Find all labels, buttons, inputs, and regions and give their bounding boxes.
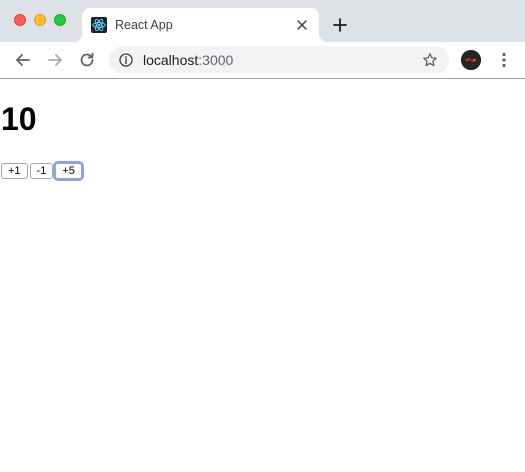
button-row: +1 -1 +5 xyxy=(1,163,82,179)
decrement-one-button[interactable]: -1 xyxy=(29,163,54,179)
reload-icon[interactable] xyxy=(77,50,97,70)
address-bar[interactable]: localhost:3000 xyxy=(109,46,449,74)
avatar[interactable] xyxy=(461,50,481,70)
window-minimize-button[interactable] xyxy=(34,14,46,26)
tab-strip: React App xyxy=(0,0,525,42)
browser-toolbar: localhost:3000 xyxy=(0,42,525,79)
three-dots-icon[interactable] xyxy=(496,51,512,69)
tab-title: React App xyxy=(115,18,173,32)
url-text: localhost:3000 xyxy=(143,52,233,68)
arrow-right-icon[interactable] xyxy=(45,50,65,70)
browser-tab[interactable]: React App xyxy=(82,8,319,42)
counter-value: 10 xyxy=(1,101,37,137)
arrow-left-icon[interactable] xyxy=(13,50,33,70)
url-port: :3000 xyxy=(198,52,234,68)
increment-one-button[interactable]: +1 xyxy=(1,163,28,179)
increment-five-button[interactable]: +5 xyxy=(55,163,82,179)
star-icon[interactable] xyxy=(422,52,438,68)
info-icon[interactable] xyxy=(119,53,133,67)
react-atom-icon xyxy=(91,17,107,33)
window-close-button[interactable] xyxy=(14,14,26,26)
plus-icon[interactable] xyxy=(331,16,349,34)
url-host: localhost xyxy=(143,52,199,68)
page-content: 10 +1 -1 +5 xyxy=(0,79,525,472)
window-maximize-button[interactable] xyxy=(54,14,66,26)
browser-window: React App localhost:3000 10 +1 -1 +5 xyxy=(0,0,525,472)
close-icon[interactable] xyxy=(293,16,311,34)
